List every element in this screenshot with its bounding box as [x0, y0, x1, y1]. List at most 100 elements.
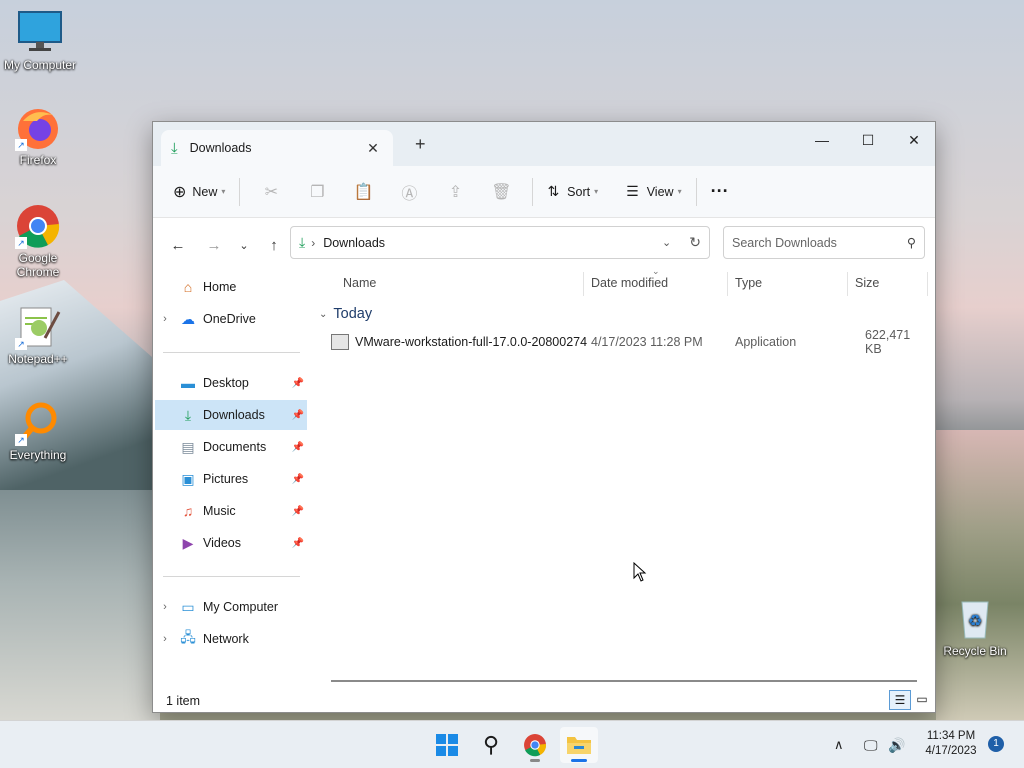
search-icon[interactable]: ⚲ — [472, 727, 510, 763]
divider — [695, 177, 697, 206]
notification-badge[interactable]: 1 — [988, 736, 1004, 752]
expand-chevron-icon[interactable]: › — [155, 601, 175, 613]
start-button[interactable] — [428, 727, 466, 763]
column-divider[interactable] — [727, 272, 728, 296]
column-header-date-modified[interactable]: Date modified — [591, 276, 668, 304]
search-input[interactable]: Search Downloads ⚲ — [723, 226, 925, 259]
column-divider[interactable] — [847, 272, 848, 296]
recent-locations-chevron-icon[interactable]: ⌄ — [229, 239, 259, 252]
sidebar-item-my-computer[interactable]: › ▭ My Computer — [155, 592, 307, 622]
sidebar-item-downloads[interactable]: ⤓ Downloads 📌 — [155, 400, 307, 430]
sidebar-item-home[interactable]: ⌂ Home — [155, 272, 307, 302]
large-icons-view-icon[interactable]: ▭ — [911, 690, 933, 710]
divider — [163, 352, 300, 353]
chrome-icon — [524, 734, 547, 757]
desktop-icon-label: Recycle Bin — [943, 644, 1007, 658]
sidebar-item-onedrive[interactable]: › ☁ OneDrive — [155, 304, 307, 334]
sidebar-item-label: Network — [203, 632, 249, 646]
more-options-button[interactable]: ··· — [705, 176, 735, 208]
running-indicator — [571, 759, 587, 762]
file-size: 622,471 KB — [865, 328, 911, 356]
sidebar-item-videos[interactable]: ▶ Videos 📌 — [155, 528, 307, 558]
network-status-icon[interactable]: 🖵 — [864, 721, 878, 768]
table-row[interactable]: VMware-workstation-full-17.0.0-20800274 … — [325, 328, 925, 356]
sidebar-item-documents[interactable]: ▤ Documents 📌 — [155, 432, 307, 462]
expand-chevron-icon[interactable]: › — [155, 633, 175, 645]
windows-logo-icon — [436, 734, 458, 756]
desktop-icon-label: Everything — [9, 448, 67, 462]
desktop-icon-everything[interactable]: ↗ Everything — [0, 400, 78, 462]
maximize-button[interactable]: ☐ — [845, 126, 891, 156]
desktop-icon-recycle-bin[interactable]: ♻ Recycle Bin — [935, 596, 1015, 658]
back-arrow-icon[interactable]: ← — [163, 237, 193, 254]
document-icon: ▤ — [181, 438, 195, 455]
sidebar-item-network[interactable]: › 🖧 Network — [155, 624, 307, 654]
pin-icon: 📌 — [291, 537, 305, 549]
navigation-pane: ⌂ Home › ☁ OneDrive ▬ Desktop 📌 ⤓ Downlo… — [153, 266, 309, 686]
view-button[interactable]: ☰ View ▾ — [620, 176, 687, 208]
monitor-icon — [17, 10, 63, 56]
cloud-icon: ☁ — [181, 310, 195, 327]
column-divider[interactable] — [927, 272, 928, 296]
sidebar-item-music[interactable]: ♫ Music 📌 — [155, 496, 307, 526]
address-dropdown-icon[interactable]: ⌄ — [662, 236, 671, 249]
desktop-icon-firefox[interactable]: ↗ Firefox — [0, 105, 78, 167]
clock-time: 11:34 PM — [926, 730, 976, 742]
taskbar-chrome[interactable] — [516, 727, 554, 763]
column-header-name[interactable]: Name — [343, 276, 376, 304]
desktop-icon-my-computer[interactable]: My Computer — [0, 10, 80, 72]
sort-icon: ⇅ — [547, 183, 560, 199]
pin-icon: 📌 — [291, 409, 305, 421]
shortcut-arrow-icon: ↗ — [15, 237, 27, 249]
share-icon[interactable]: ⇪ — [432, 182, 478, 202]
desktop-icon-notepadpp[interactable]: ↗ Notepad++ — [0, 304, 78, 366]
column-header-type[interactable]: Type — [735, 276, 762, 304]
sidebar-item-desktop[interactable]: ▬ Desktop 📌 — [155, 368, 307, 398]
desktop-icon-label: Notepad++ — [8, 352, 68, 366]
command-bar: ⊕ New ▾ ✂ ❐ 📋 Ⓐ ⇪ 🗑 ⇅ Sort ▾ ☰ View ▾ ··… — [153, 166, 935, 218]
refresh-icon[interactable]: ↻ — [689, 234, 701, 251]
clock[interactable]: 11:34 PM 4/17/2023 — [916, 729, 986, 759]
taskbar-file-explorer[interactable] — [560, 727, 598, 763]
pin-icon: 📌 — [291, 473, 305, 485]
column-divider[interactable] — [583, 272, 584, 296]
details-view-icon[interactable]: ☰ — [889, 690, 911, 710]
close-tab-icon[interactable]: ✕ — [363, 140, 383, 157]
shortcut-arrow-icon: ↗ — [15, 139, 27, 151]
desktop-icon-chrome[interactable]: ↗ Google Chrome — [0, 203, 78, 279]
music-icon: ♫ — [182, 503, 194, 519]
breadcrumb-downloads[interactable]: Downloads — [323, 236, 385, 250]
new-button[interactable]: ⊕ New ▾ — [167, 176, 231, 208]
tab-downloads[interactable]: ⤓ Downloads ✕ — [161, 130, 393, 166]
expand-chevron-icon[interactable]: › — [155, 313, 175, 325]
sort-button[interactable]: ⇅ Sort ▾ — [541, 176, 604, 208]
volume-icon[interactable]: 🔊 — [888, 721, 905, 768]
up-arrow-icon[interactable]: ↑ — [259, 237, 289, 254]
desktop-icon-label: My Computer — [3, 58, 77, 72]
close-window-button[interactable]: ✕ — [891, 126, 937, 156]
delete-icon[interactable]: 🗑 — [478, 182, 524, 202]
copy-icon[interactable]: ❐ — [294, 182, 340, 202]
tab-title: Downloads — [189, 141, 252, 155]
column-header-size[interactable]: Size — [855, 276, 879, 304]
chrome-icon: ↗ — [15, 203, 61, 249]
new-label: New — [192, 184, 218, 199]
search-placeholder: Search Downloads — [732, 235, 837, 250]
address-bar[interactable]: ⤓ › Downloads ⌄ ↻ — [290, 226, 710, 259]
desktop-icon-label: Firefox — [19, 153, 57, 167]
rename-icon[interactable]: Ⓐ — [386, 180, 432, 204]
item-count: 1 item — [166, 694, 201, 708]
new-tab-button[interactable]: + — [415, 134, 435, 155]
horizontal-scrollbar[interactable] — [331, 680, 917, 682]
pin-icon: 📌 — [291, 377, 305, 389]
forward-arrow-icon[interactable]: → — [199, 237, 229, 254]
desktop-wallpaper-hill — [936, 430, 1024, 720]
show-hidden-icons-chevron-icon[interactable]: ∧ — [834, 721, 844, 768]
cut-icon[interactable]: ✂ — [248, 182, 294, 202]
group-header-today[interactable]: ⌄ Today — [319, 306, 372, 322]
minimize-button[interactable]: — — [799, 126, 845, 156]
file-type: Application — [735, 335, 797, 349]
sidebar-item-pictures[interactable]: ▣ Pictures 📌 — [155, 464, 307, 494]
view-label: View — [646, 184, 674, 199]
paste-icon[interactable]: 📋 — [340, 182, 386, 202]
